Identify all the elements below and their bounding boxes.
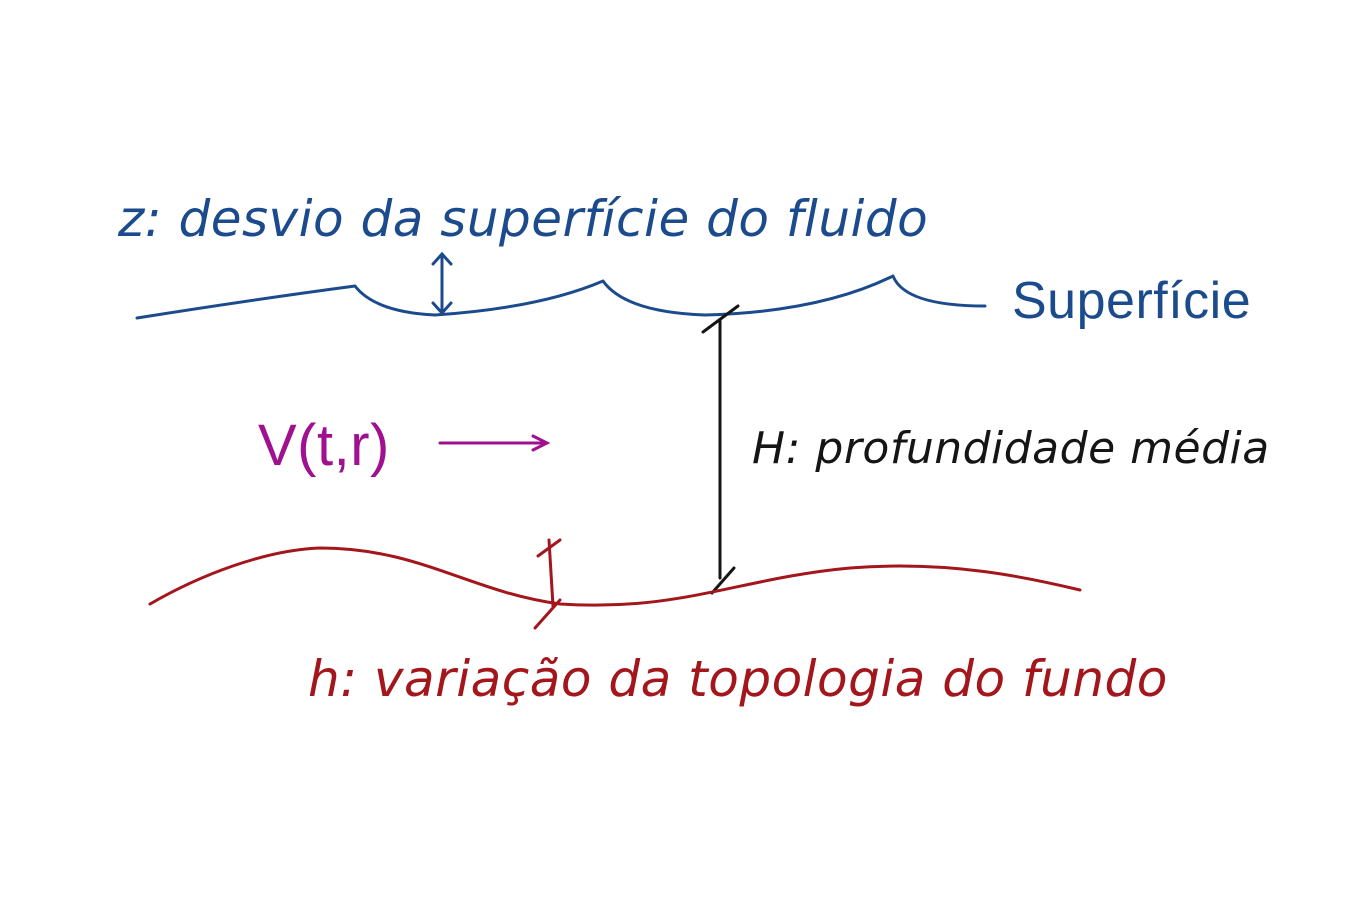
depth-bar: [701, 304, 740, 595]
velocity-arrow: [438, 434, 551, 452]
velocity-label: V(t,r): [258, 413, 390, 478]
fluid-layer-diagram: z: desvio da superfície do fluido Superf…: [0, 0, 1358, 907]
surface-label: Superfície: [1012, 272, 1251, 330]
z-label: z: desvio da superfície do fluido: [117, 190, 928, 248]
bottom-label: h: variação da topologia do fundo: [308, 650, 1168, 708]
bottom-line: [148, 546, 1082, 607]
depth-label: H: profundidade média: [752, 423, 1270, 474]
z-deviation-arrow: [431, 251, 453, 316]
surface-line: [135, 274, 987, 320]
h-variation-arrow: [533, 538, 562, 630]
